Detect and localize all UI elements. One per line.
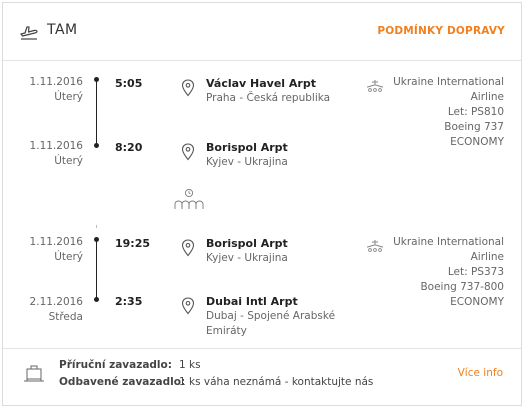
flight-number: Let: PS373 <box>447 266 504 278</box>
airline-info: Ukraine International Airline Let: PS373… <box>393 236 504 308</box>
departure-time: 5:05 <box>115 77 143 90</box>
aircraft-type: Boeing 737-800 <box>420 281 504 293</box>
timeline-dot <box>94 297 99 302</box>
transport-conditions-link[interactable]: PODMÍNKY DOPRAVY <box>377 25 505 37</box>
airline-name: Ukraine International <box>393 236 504 248</box>
departure-time: 19:25 <box>115 237 151 250</box>
hand-baggage-label: Příruční zavazadlo: <box>59 359 172 371</box>
departure-place: Kyjev - Ukrajina <box>206 252 288 264</box>
card-header: TAM PODMÍNKY DOPRAVY <box>3 3 521 61</box>
departure-airport: Václav Havel Arpt <box>206 77 316 90</box>
checked-baggage-value: 1 ks váha neznámá - kontaktujte nás <box>179 376 374 388</box>
arrival-airport: Dubai Intl Arpt <box>206 295 298 308</box>
arrival-place: Dubaj - Spojené Arabské Emiráty <box>206 310 336 337</box>
departure-date: 1.11.2016 Úterý <box>29 76 83 103</box>
hand-baggage-value: 1 ks <box>179 359 201 371</box>
more-info-link[interactable]: Více info <box>458 367 503 379</box>
airline-logo-icon <box>366 80 384 92</box>
airplane-takeoff-icon <box>20 26 38 40</box>
direction-title: TAM <box>47 22 78 38</box>
timeline-line <box>96 79 97 145</box>
arrival-airport: Borispol Arpt <box>206 141 288 154</box>
timeline-line <box>96 239 97 299</box>
airline-info: Ukraine International Airline Let: PS810… <box>393 76 504 148</box>
location-pin-icon <box>181 143 195 161</box>
departure-date: 1.11.2016 Úterý <box>29 236 83 263</box>
baggage-section: Příruční zavazadlo: 1 ks Odbavené zavaza… <box>3 348 521 405</box>
arrival-date: 2.11.2016 Středa <box>29 296 83 323</box>
timeline-dot <box>94 143 99 148</box>
arrival-place: Kyjev - Ukrajina <box>206 156 288 168</box>
arrival-time: 8:20 <box>115 141 143 154</box>
arrival-date: 1.11.2016 Úterý <box>29 140 83 167</box>
airline-logo-icon <box>366 240 384 252</box>
departure-airport: Borispol Arpt <box>206 237 288 250</box>
flight-number: Let: PS810 <box>447 106 504 118</box>
arrival-time: 2:35 <box>115 295 143 308</box>
departure-place: Praha - Česká republika <box>206 92 331 104</box>
location-pin-icon <box>181 239 195 257</box>
location-pin-icon <box>181 79 195 97</box>
location-pin-icon <box>181 297 195 315</box>
checked-baggage-label: Odbavené zavazadlo: <box>59 376 186 388</box>
cabin-class: ECONOMY <box>450 296 504 308</box>
timeline-gap-marker <box>96 225 97 228</box>
airline-name: Ukraine International <box>393 76 504 88</box>
cabin-class: ECONOMY <box>450 136 504 148</box>
luggage-icon <box>24 365 44 382</box>
flight-card: TAM PODMÍNKY DOPRAVY 1.11.2016 Úterý 5:0… <box>2 2 522 406</box>
aircraft-type: Boeing 737 <box>444 121 504 133</box>
layover-waiting-icon <box>174 188 204 209</box>
